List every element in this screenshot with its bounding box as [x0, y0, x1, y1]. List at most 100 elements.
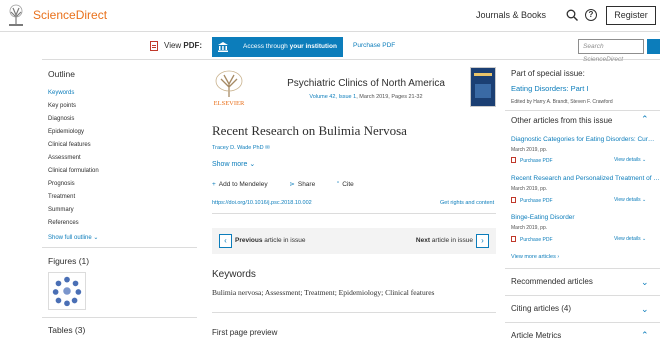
- previous-rest: article in issue: [262, 237, 306, 244]
- sciencedirect-logo[interactable]: ScienceDirect: [33, 8, 107, 22]
- other-article-date: March 2019, pp.: [511, 186, 548, 192]
- search-sciencedirect-input[interactable]: Search ScienceDirect: [578, 39, 644, 63]
- access-institution-button[interactable]: Access through your institution: [212, 37, 343, 57]
- journal-title-link[interactable]: Psychiatric Clinics of North America: [266, 78, 466, 89]
- other-articles-heading[interactable]: Other articles from this issue: [511, 116, 612, 125]
- view-details-link[interactable]: View details ⌄: [614, 197, 646, 203]
- chevron-down-icon: ⌄: [641, 197, 647, 203]
- chevron-right-icon: ›: [557, 254, 560, 260]
- register-button[interactable]: Register: [606, 6, 656, 25]
- search-submit-button[interactable]: [647, 39, 660, 54]
- chevron-down-icon: ⌄: [93, 235, 99, 241]
- citing-articles-heading[interactable]: Citing articles (4): [511, 304, 571, 313]
- divider: [42, 317, 197, 318]
- figure-thumbnail[interactable]: [48, 272, 86, 310]
- view-pdf-prefix: View: [164, 41, 184, 50]
- institution-icon: [218, 42, 228, 52]
- outline-item-clinical-features[interactable]: Clinical features: [48, 139, 99, 152]
- other-article-date: March 2019, pp.: [511, 147, 548, 153]
- chevron-left-icon: ‹: [224, 236, 227, 245]
- pdf-icon: [511, 236, 516, 242]
- next-article-label[interactable]: Next article in issue: [416, 237, 473, 244]
- doi-link[interactable]: https://doi.org/10.1016/j.psc.2018.10.00…: [212, 200, 312, 206]
- article-title: Recent Research on Bulimia Nervosa: [212, 123, 407, 138]
- article-metrics-heading[interactable]: Article Metrics: [511, 331, 561, 340]
- chevron-up-icon[interactable]: ⌃: [641, 330, 649, 341]
- recommended-articles-heading[interactable]: Recommended articles: [511, 277, 593, 286]
- outline-item-treatment[interactable]: Treatment: [48, 191, 99, 204]
- share-label: Share: [297, 181, 316, 188]
- divider: [505, 295, 660, 296]
- show-more-label: Show more: [212, 161, 248, 168]
- elsevier-logo-icon[interactable]: [5, 3, 27, 27]
- share-icon: ⋗: [289, 181, 295, 188]
- access-text: Access through your institution: [243, 37, 337, 57]
- next-article-button[interactable]: ›: [476, 234, 489, 248]
- view-details-label: View details: [614, 236, 641, 242]
- outline-item-key-points[interactable]: Key points: [48, 100, 99, 113]
- chevron-down-icon[interactable]: ⌄: [641, 277, 649, 288]
- cite-button[interactable]: ” Cite: [337, 181, 364, 188]
- divider: [505, 322, 660, 323]
- author-link[interactable]: Tracey D. Wade PhD ✉: [212, 145, 270, 151]
- volume-issue-link[interactable]: Volume 42, Issue 1: [309, 94, 356, 100]
- chevron-down-icon: ⌄: [641, 236, 647, 242]
- outline-item-assessment[interactable]: Assessment: [48, 152, 99, 165]
- chevron-up-icon[interactable]: ⌃: [641, 114, 649, 125]
- purchase-pdf-label: Purchase PDF: [520, 158, 553, 164]
- journals-books-link[interactable]: Journals & Books: [476, 10, 546, 20]
- divider: [212, 312, 496, 313]
- top-header: ScienceDirect Journals & Books ? Registe…: [0, 0, 660, 32]
- purchase-pdf-label: Purchase PDF: [520, 198, 553, 204]
- access-bold: your institution: [289, 43, 337, 50]
- outline-item-clinical-formulation[interactable]: Clinical formulation: [48, 165, 99, 178]
- other-article-purchase-pdf[interactable]: Purchase PDF: [511, 197, 553, 204]
- special-issue-link[interactable]: Eating Disorders: Part I: [511, 84, 589, 93]
- volume-date-pages: , March 2019, Pages 21-32: [356, 94, 423, 100]
- chevron-down-icon: ⌄: [249, 161, 256, 168]
- help-icon[interactable]: ?: [585, 9, 597, 21]
- outline-item-references[interactable]: References: [48, 217, 99, 230]
- show-more-button[interactable]: Show more ⌄: [212, 160, 255, 168]
- add-mendeley-button[interactable]: + Add to Mendeley: [212, 181, 278, 188]
- view-more-articles-link[interactable]: View more articles ›: [511, 254, 559, 260]
- journal-volume-info: Volume 42, Issue 1, March 2019, Pages 21…: [266, 94, 466, 100]
- journal-cover-image[interactable]: [470, 67, 496, 107]
- view-details-link[interactable]: View details ⌄: [614, 236, 646, 242]
- outline-heading: Outline: [48, 69, 75, 79]
- divider: [42, 247, 197, 248]
- share-button[interactable]: ⋗ Share: [289, 181, 325, 188]
- view-details-link[interactable]: View details ⌄: [614, 157, 646, 163]
- show-full-outline-link[interactable]: Show full outline ⌄: [48, 234, 98, 241]
- view-details-label: View details: [614, 157, 641, 163]
- tables-heading: Tables (3): [48, 325, 86, 335]
- outline-item-summary[interactable]: Summary: [48, 204, 99, 217]
- next-rest: article in issue: [430, 237, 473, 244]
- author-name: Tracey D. Wade PhD: [212, 145, 264, 151]
- divider: [505, 268, 660, 269]
- previous-article-label[interactable]: Previous article in issue: [235, 237, 305, 244]
- pdf-icon: [511, 157, 516, 163]
- other-article-title[interactable]: Binge-Eating Disorder: [511, 214, 575, 221]
- chevron-down-icon: ⌄: [641, 157, 647, 163]
- divider: [505, 110, 660, 111]
- previous-article-button[interactable]: ‹: [219, 234, 232, 248]
- purchase-pdf-link[interactable]: Purchase PDF: [353, 42, 395, 49]
- outline-item-epidemiology[interactable]: Epidemiology: [48, 126, 99, 139]
- plus-icon: +: [212, 181, 216, 188]
- previous-bold: Previous: [235, 237, 263, 244]
- other-article-title[interactable]: Diagnostic Categories for Eating Disorde…: [511, 136, 654, 143]
- elsevier-publisher-logo[interactable]: ELSEVIER: [212, 69, 246, 107]
- other-article-purchase-pdf[interactable]: Purchase PDF: [511, 236, 553, 243]
- email-icon: ✉: [265, 145, 270, 151]
- rights-link[interactable]: Get rights and content: [440, 200, 494, 206]
- outline-item-diagnosis[interactable]: Diagnosis: [48, 113, 99, 126]
- chevron-down-icon[interactable]: ⌄: [641, 304, 649, 315]
- search-icon[interactable]: [566, 9, 578, 21]
- other-article-title[interactable]: Recent Research and Personalized Treatme…: [511, 175, 660, 182]
- cite-label: Cite: [342, 181, 354, 188]
- outline-item-keywords[interactable]: Keywords: [48, 87, 99, 100]
- other-article-purchase-pdf[interactable]: Purchase PDF: [511, 157, 553, 164]
- view-pdf-label: View PDF:: [164, 41, 202, 50]
- outline-item-prognosis[interactable]: Prognosis: [48, 178, 99, 191]
